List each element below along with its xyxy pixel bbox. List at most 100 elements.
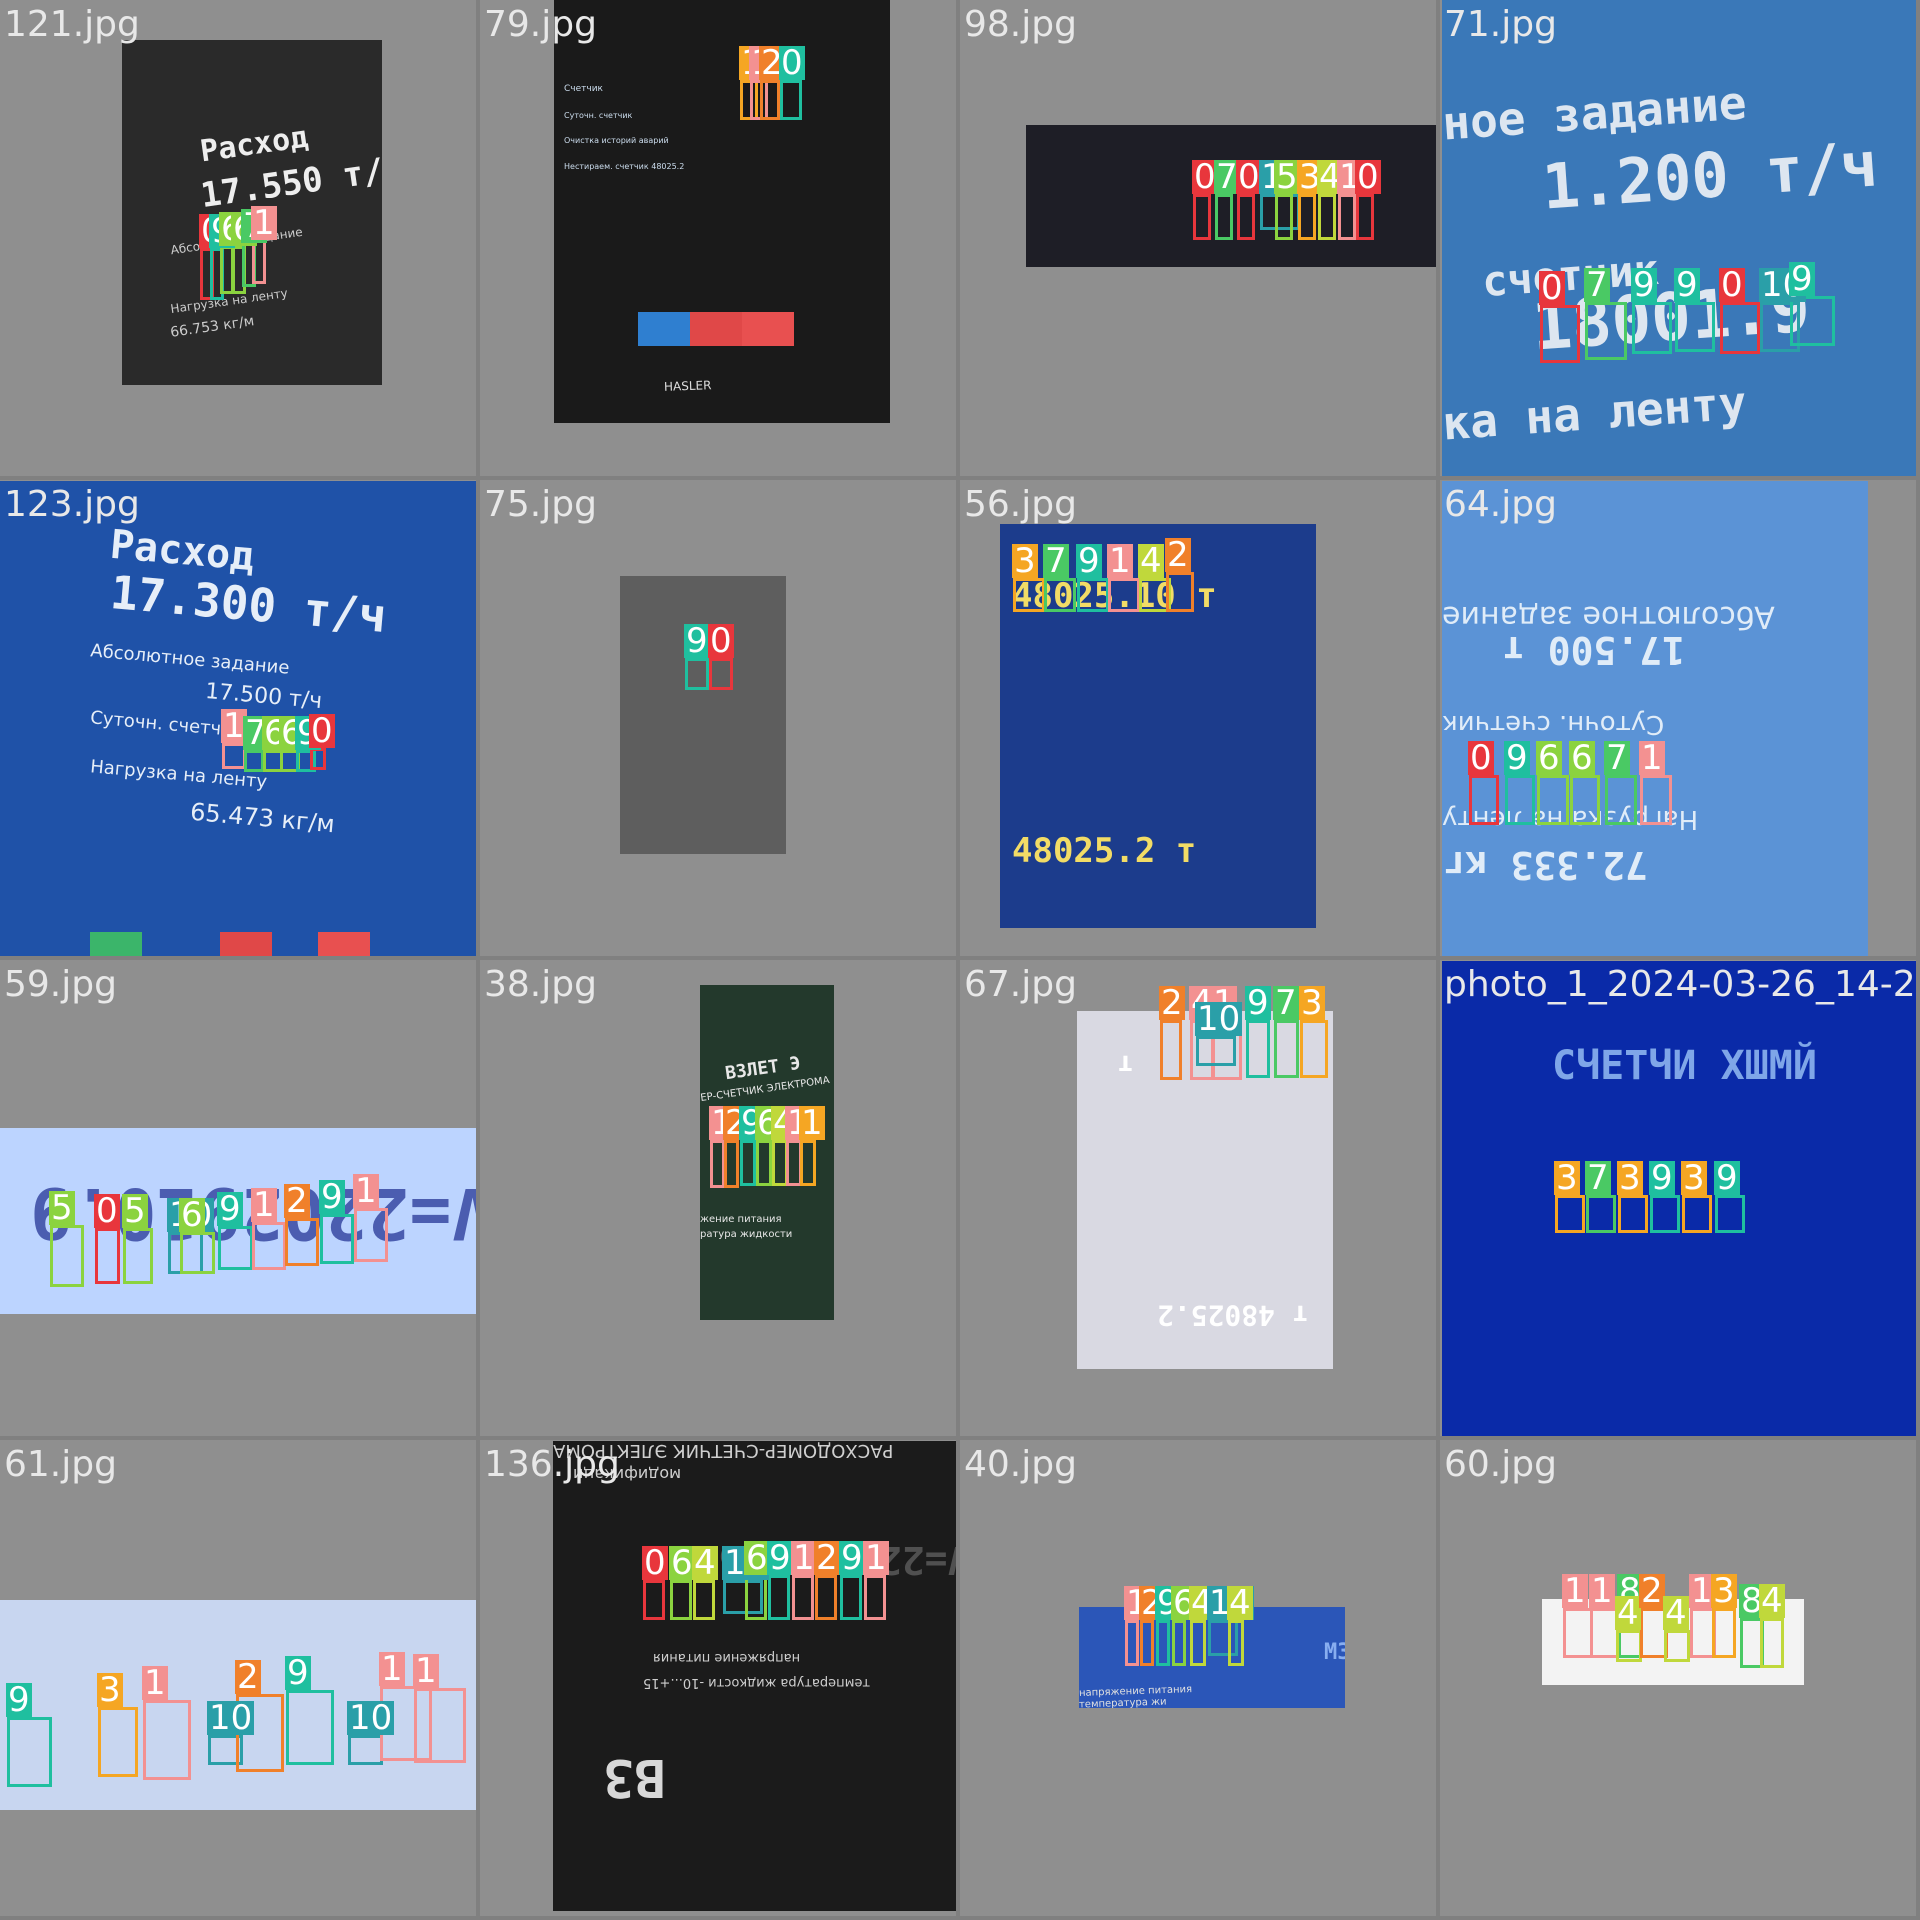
- detection-label: 7: [1604, 738, 1630, 778]
- detection-label: 5: [49, 1188, 75, 1228]
- detection-label: 0: [779, 43, 805, 83]
- detection-box: [693, 1580, 715, 1620]
- grid-cell: ное задание 1.200 т/ч счетчик 18001.9 ка на …: [1440, 0, 1916, 476]
- image-filename: 60.jpg: [1444, 1444, 1557, 1485]
- detection-box: [1650, 1195, 1680, 1233]
- detection-box: [1715, 1195, 1745, 1233]
- detection-box: [95, 1228, 120, 1284]
- device-button-icon: [220, 932, 272, 956]
- photo: Абсолютное задание 17.500 т Суточн. счетчи…: [1442, 481, 1868, 956]
- display-text: М3: [1324, 1640, 1345, 1665]
- image-filename: 98.jpg: [964, 4, 1077, 45]
- detection-box: [840, 1575, 862, 1620]
- detection-label: 0: [642, 1543, 668, 1583]
- detection-label: 1: [353, 1171, 379, 1211]
- detection-label: 10: [1195, 999, 1243, 1039]
- detection-label: 1: [1562, 1571, 1588, 1611]
- display-text: ЕР-СЧЕТЧИК ЭЛЕКТРОМА: [700, 1074, 831, 1105]
- detection-box: [1215, 194, 1233, 240]
- detection-label: 6: [1569, 738, 1595, 778]
- detection-label: 7: [1584, 265, 1610, 305]
- display-text: Расход: [198, 119, 311, 170]
- display-text: 65.473 кг/м: [189, 797, 336, 839]
- detection-label: 4: [692, 1543, 718, 1583]
- detection-label: 5: [1274, 157, 1300, 197]
- detection-label: 2: [814, 1538, 840, 1578]
- detection-box: [1356, 194, 1374, 240]
- display-text: 17.300 т/ч: [108, 565, 389, 643]
- detection-box: [286, 1690, 334, 1765]
- grid-cell: 61.jpg 9 3 1 10 2 9 10 1 1: [0, 1440, 476, 1916]
- detection-label: 9: [1649, 1158, 1675, 1198]
- detection-box: [348, 1735, 383, 1765]
- display-text: ВЗ: [603, 1747, 666, 1807]
- detection-box: [685, 658, 709, 690]
- display-text: Очистка историй аварий: [564, 136, 669, 145]
- image-filename: 123.jpg: [4, 484, 140, 525]
- image-filename: 56.jpg: [964, 484, 1077, 525]
- detection-box: [1338, 194, 1356, 240]
- image-filename: 38.jpg: [484, 964, 597, 1005]
- detection-box: [1228, 1620, 1244, 1666]
- image-filename: 40.jpg: [964, 1444, 1077, 1485]
- device-button-icon: [318, 932, 370, 956]
- grid-cell: ВЗЛЕТ ЭЕР-СЧЕТЧИК ЭЛЕКТРОМАмодификацижен…: [480, 960, 956, 1436]
- detection-label: 9: [1789, 259, 1815, 299]
- detection-label: 5: [122, 1191, 148, 1231]
- display-text: 48025.2 т: [1012, 831, 1197, 871]
- detection-label: 2: [1639, 1571, 1665, 1611]
- display-text: температура жидкости -10...+15: [643, 1675, 871, 1690]
- grid-cell: РАСХОДОМЕР-СЧЕТЧИК ЭЛЕКТРОМАмодификациV=…: [480, 1440, 956, 1916]
- detection-label: 3: [1012, 541, 1038, 581]
- grid-cell: 60.jpg 1 1 8 4 2 4 1 3 8 4: [1440, 1440, 1916, 1916]
- photo: ное задание 1.200 т/ч счетчик 18001.9 ка на …: [1442, 0, 1916, 476]
- image-filename: photo_1_2024-03-26_14-25-: [1444, 964, 1916, 1005]
- grid-cell: 75.jpg 9 0: [480, 480, 956, 956]
- detection-box: [1140, 1620, 1154, 1666]
- detection-box: [1196, 1036, 1236, 1066]
- detection-box: [1616, 1630, 1642, 1662]
- detection-label: 2: [1165, 535, 1191, 575]
- detection-label: 9: [684, 621, 710, 661]
- detection-box: [1585, 302, 1627, 360]
- detection-label: 2: [1159, 983, 1185, 1023]
- detection-label: 0: [94, 1191, 120, 1231]
- detection-box: [180, 1232, 215, 1274]
- image-filename: 121.jpg: [4, 4, 140, 45]
- detection-box: [780, 80, 802, 120]
- detection-box: [7, 1717, 52, 1787]
- photo: [620, 576, 786, 854]
- detection-label: 1: [142, 1663, 168, 1703]
- detection-box: [123, 1228, 153, 1284]
- device-button-icon: [90, 932, 142, 956]
- display-text: ВЗЛЕТ Э: [723, 1052, 802, 1085]
- detection-label: 9: [1504, 738, 1530, 778]
- display-text: 1.200 т/ч: [1539, 127, 1881, 224]
- detection-label: 6: [1536, 738, 1562, 778]
- grid-cell: Абсолютное задание 17.500 т Суточн. счетчи…: [1440, 480, 1916, 956]
- detection-box: [792, 1575, 814, 1620]
- detection-label: 0: [1719, 265, 1745, 305]
- detection-label: 3: [1617, 1158, 1643, 1198]
- device-button-icon: [638, 312, 690, 346]
- display-text: т: [1117, 1049, 1134, 1082]
- detection-label: 4: [1227, 1583, 1253, 1623]
- detection-box: [244, 750, 264, 772]
- detection-box: [1570, 775, 1600, 825]
- detection-box: [1318, 194, 1336, 240]
- display-text: 17.500 т: [1502, 628, 1686, 672]
- device-button-icon: [690, 312, 742, 346]
- detection-box: [1720, 302, 1760, 354]
- image-filename: 71.jpg: [1444, 4, 1557, 45]
- detection-label: 9: [767, 1538, 793, 1578]
- detection-box: [143, 1700, 191, 1780]
- detection-label: 7: [1273, 983, 1299, 1023]
- detection-box: [815, 1575, 837, 1620]
- grid-cell: М3 напряжение питания температура жи 40.jpg…: [960, 1440, 1436, 1916]
- detection-box: [354, 1208, 388, 1262]
- detection-box: [1563, 1608, 1593, 1658]
- detection-box: [1712, 1608, 1736, 1658]
- detection-box: [1632, 302, 1672, 354]
- display-text: Абсолютное задание: [1442, 599, 1775, 634]
- detection-box: [285, 1218, 319, 1266]
